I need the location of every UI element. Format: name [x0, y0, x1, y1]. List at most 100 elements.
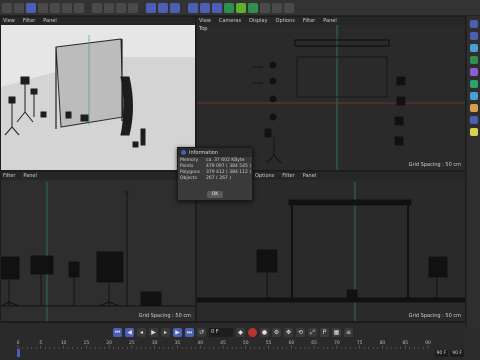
previous-frame-icon[interactable]: ◂ — [137, 328, 146, 337]
axis-y-icon[interactable] — [104, 2, 114, 13]
render-view-icon[interactable] — [158, 2, 168, 13]
subdivision-icon[interactable] — [212, 2, 222, 13]
info-row: Objects 267 ( 267 ) — [178, 176, 252, 182]
undo-icon[interactable] — [2, 2, 12, 13]
dialog-title: Information — [189, 149, 218, 156]
nurbs-icon[interactable] — [469, 44, 478, 52]
scale-key-icon[interactable]: ⤢ — [308, 328, 317, 337]
menu-options[interactable]: Options — [276, 18, 295, 24]
cube-icon[interactable] — [469, 20, 478, 28]
generator-icon[interactable] — [469, 80, 478, 88]
viewport-perspective[interactable]: View Filter Panel — [0, 16, 196, 171]
ruler-tick-label: 85 — [402, 340, 408, 346]
menu-view[interactable]: View — [199, 18, 211, 24]
menu-panel[interactable]: Panel — [43, 18, 57, 24]
field-icon[interactable] — [469, 92, 478, 100]
perspective-scene — [1, 25, 195, 170]
ruler-tick-label: 50 — [243, 340, 249, 346]
keyframe-icon[interactable]: ◆ — [236, 328, 245, 337]
next-key-icon[interactable]: ▶ — [173, 328, 182, 337]
pen-icon[interactable] — [200, 2, 210, 13]
max-frame-field[interactable]: 90 F — [450, 350, 464, 357]
ruler-tick-label: 15 — [83, 340, 89, 346]
autokey-icon[interactable]: ● — [260, 328, 269, 337]
render-region-icon[interactable] — [146, 2, 156, 13]
pen-icon[interactable] — [469, 32, 478, 40]
go-to-end-icon[interactable]: ⏭ — [185, 328, 194, 337]
menu-filter[interactable]: Filter — [282, 173, 294, 179]
light-icon[interactable] — [469, 128, 478, 136]
ruler-tick-label: 5 — [39, 340, 42, 346]
menu-filter[interactable]: Filter — [303, 18, 315, 24]
ruler-tick-label: 40 — [197, 340, 203, 346]
ruler-tick-label: 35 — [175, 340, 181, 346]
deformer-icon[interactable] — [236, 2, 246, 13]
ruler-tick-label: 0 — [17, 340, 20, 346]
play-icon[interactable]: ▶ — [149, 328, 158, 337]
grid-spacing-label: Grid Spacing : 50 cm — [408, 162, 461, 168]
grid-spacing-label: Grid Spacing : 50 cm — [138, 313, 191, 319]
viewport-menu: Filter Panel — [1, 172, 195, 180]
go-to-start-icon[interactable]: ⏮ — [113, 328, 122, 337]
timeline-menu-icon[interactable]: ≡ — [344, 328, 353, 337]
menu-panel[interactable]: Panel — [303, 173, 317, 179]
environment-icon[interactable] — [469, 104, 478, 112]
menu-view[interactable]: View — [3, 18, 15, 24]
front-scene — [1, 182, 195, 321]
key-settings-icon[interactable]: ⚙ — [272, 328, 281, 337]
scene-icon[interactable] — [260, 2, 270, 13]
move-icon[interactable] — [38, 2, 48, 13]
recent-icon[interactable] — [74, 2, 84, 13]
array-icon[interactable] — [469, 56, 478, 64]
scale-icon[interactable] — [50, 2, 60, 13]
playhead — [17, 349, 20, 357]
rotate-icon[interactable] — [62, 2, 72, 13]
menu-options[interactable]: Options — [255, 173, 274, 179]
move-key-icon[interactable]: ✥ — [284, 328, 293, 337]
cube-icon[interactable] — [188, 2, 198, 13]
menu-panel[interactable]: Panel — [323, 18, 337, 24]
info-value: 267 ( 267 ) — [206, 176, 231, 181]
current-frame-field[interactable]: 0 F — [209, 328, 233, 337]
ruler-tick-label: 90 — [425, 340, 431, 346]
array-icon[interactable] — [224, 2, 234, 13]
pla-key-icon[interactable]: ▦ — [332, 328, 341, 337]
field-icon[interactable] — [248, 2, 258, 13]
redo-icon[interactable] — [14, 2, 24, 13]
select-icon[interactable] — [26, 2, 36, 13]
object-palette — [466, 16, 480, 328]
ruler-tick-label: 65 — [311, 340, 317, 346]
previous-key-icon[interactable]: ◀ — [125, 328, 134, 337]
dialog-titlebar[interactable]: Information — [178, 148, 252, 157]
frame-ruler[interactable]: 0 5 10 15 20 25 30 35 40 45 50 55 60 65 70 75 80 85 90 — [0, 340, 466, 360]
viewport-front[interactable]: Filter Panel Grid Spacing : 50 cm — [0, 171, 196, 322]
ruler-tick-label: 30 — [152, 340, 158, 346]
axis-z-icon[interactable] — [116, 2, 126, 13]
menu-panel[interactable]: Panel — [23, 173, 37, 179]
menu-display[interactable]: Display — [249, 18, 267, 24]
next-frame-icon[interactable]: ▸ — [161, 328, 170, 337]
rotate-key-icon[interactable]: ⟲ — [296, 328, 305, 337]
coordinate-icon[interactable] — [128, 2, 138, 13]
loop-icon[interactable]: ↺ — [197, 328, 206, 337]
parameter-key-icon[interactable]: P — [320, 328, 329, 337]
render-settings-icon[interactable] — [170, 2, 180, 13]
info-label: Objects — [180, 176, 198, 181]
axis-x-icon[interactable] — [92, 2, 102, 13]
min-frame-field[interactable]: 90 F — [434, 350, 449, 357]
viewport-menu: View Filter Panel — [1, 17, 195, 25]
camera-icon[interactable] — [272, 2, 282, 13]
ruler-tick-label: 20 — [106, 340, 112, 346]
menu-cameras[interactable]: Cameras — [219, 18, 241, 24]
ruler-tick-label: 70 — [334, 340, 340, 346]
ruler-tick-label: 60 — [288, 340, 294, 346]
ok-button[interactable]: OK — [207, 191, 223, 198]
menu-filter[interactable]: Filter — [3, 173, 15, 179]
light-icon[interactable] — [284, 2, 294, 13]
menu-filter[interactable]: Filter — [23, 18, 35, 24]
record-icon[interactable] — [248, 328, 257, 337]
ruler-tick-label: 75 — [357, 340, 363, 346]
camera-icon[interactable] — [469, 116, 478, 124]
deformer-icon[interactable] — [469, 68, 478, 76]
viewport-label: Top — [199, 26, 208, 32]
